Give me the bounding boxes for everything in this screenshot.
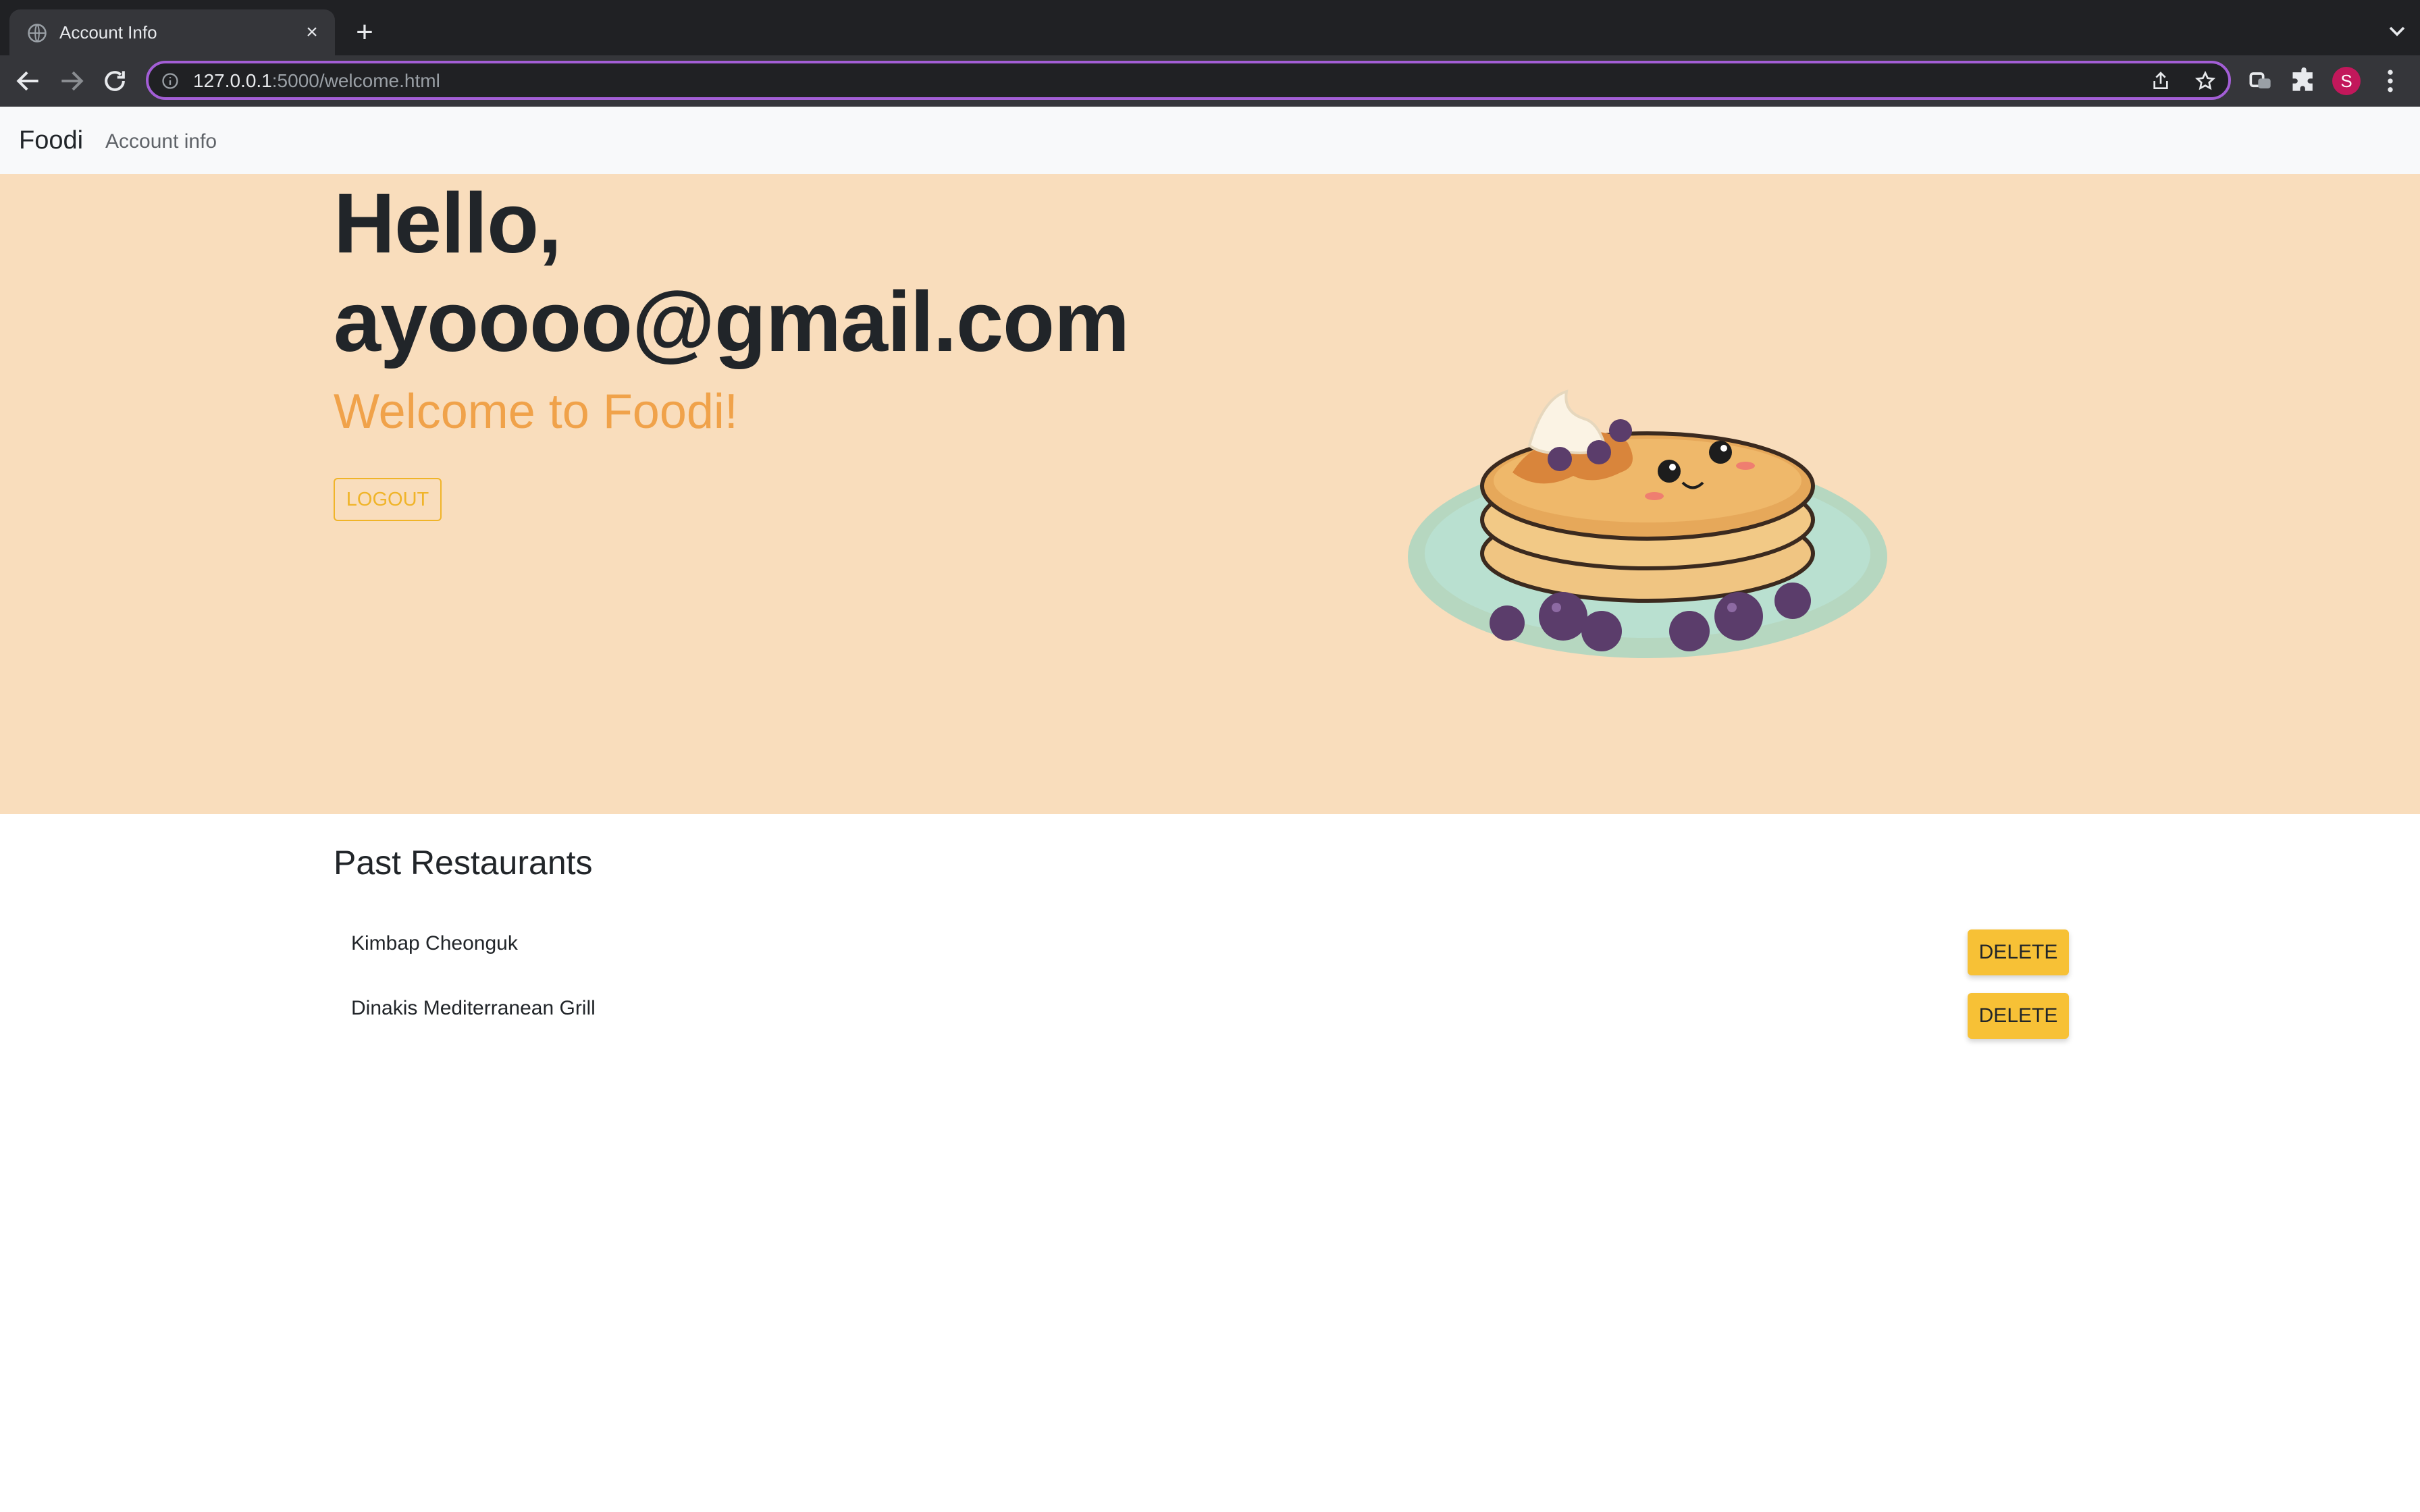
plus-icon[interactable]: + [351, 18, 378, 47]
browser-toolbar: 127.0.0.1:5000/welcome.html S [0, 55, 2420, 107]
delete-button[interactable]: DELETE [1968, 929, 2069, 975]
url-path: :5000/welcome.html [271, 70, 440, 91]
info-icon[interactable] [161, 72, 180, 90]
kebab-menu-icon[interactable] [2375, 66, 2405, 96]
brand-link[interactable]: Foodi [19, 126, 83, 155]
account-info-link[interactable]: Account info [105, 130, 217, 154]
user-email-heading: ayoooo@gmail.com [334, 274, 1130, 369]
extension-icon[interactable] [2246, 66, 2276, 96]
url-text: 127.0.0.1:5000/welcome.html [193, 70, 440, 92]
pancake-illustration [1408, 389, 1887, 658]
avatar[interactable]: S [2332, 67, 2361, 95]
chevron-down-icon[interactable] [2384, 18, 2411, 45]
list-item: Kimbap Cheonguk [351, 932, 518, 954]
delete-button[interactable]: DELETE [1968, 993, 2069, 1039]
browser-tab-bar: Account Info × + [0, 0, 2420, 55]
welcome-subtitle: Welcome to Foodi! [334, 385, 738, 439]
address-bar[interactable]: 127.0.0.1:5000/welcome.html [146, 61, 2231, 100]
list-item: Dinakis Mediterranean Grill [351, 997, 596, 1019]
reload-icon[interactable] [100, 66, 130, 96]
browser-tab[interactable]: Account Info × [9, 9, 335, 55]
star-icon[interactable] [2194, 70, 2216, 92]
close-icon[interactable]: × [301, 22, 323, 43]
tab-title: Account Info [59, 22, 157, 43]
forward-arrow-icon[interactable] [57, 66, 86, 96]
url-host: 127.0.0.1 [193, 70, 272, 91]
greeting-heading: Hello, [334, 176, 562, 271]
globe-icon [28, 24, 47, 43]
app-navbar: Foodi Account info [0, 107, 2420, 174]
puzzle-icon[interactable] [2289, 66, 2319, 96]
logout-button[interactable]: LOGOUT [334, 478, 442, 521]
past-restaurants-title: Past Restaurants [334, 844, 593, 882]
back-arrow-icon[interactable] [14, 66, 43, 96]
share-icon[interactable] [2150, 70, 2172, 92]
